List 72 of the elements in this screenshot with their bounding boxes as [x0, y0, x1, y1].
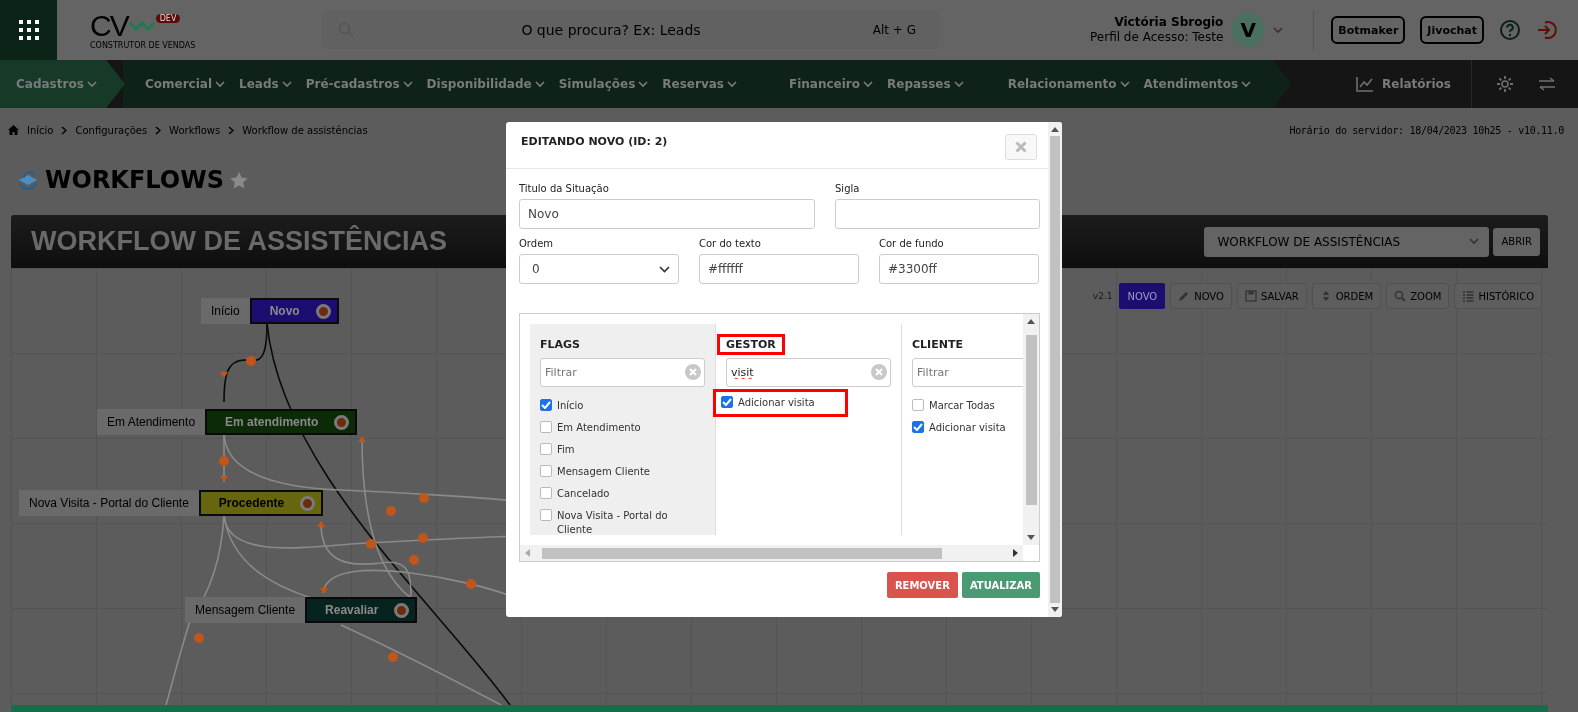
- toolbar-button[interactable]: ORDEM: [1311, 283, 1382, 309]
- status-badge: NOVO: [1119, 283, 1166, 309]
- node-label: Início: [201, 298, 250, 324]
- header-button[interactable]: Botmaker: [1331, 16, 1406, 44]
- reports-link[interactable]: Relatórios: [1356, 60, 1472, 108]
- nav-menu-item[interactable]: Simulações: [558, 77, 649, 91]
- workflow-node[interactable]: Em atendimento: [205, 409, 358, 435]
- workflow-title: WORKFLOW DE ASSISTÊNCIAS: [31, 226, 447, 257]
- field-label: Cor de fundo: [879, 238, 945, 249]
- nav-menu-item[interactable]: Atendimentos: [1143, 77, 1252, 91]
- update-button[interactable]: ATUALIZAR: [961, 572, 1040, 598]
- toolbar-button[interactable]: ZOOM: [1386, 283, 1450, 309]
- checkbox-label: Adicionar visita: [738, 396, 815, 410]
- column-title: GESTOR: [717, 334, 785, 355]
- nav-menu-item[interactable]: Pré-cadastros: [305, 77, 413, 91]
- checkbox-label: Nova Visita - Portal do Cliente: [557, 509, 669, 535]
- input-field[interactable]: #ffffff: [699, 254, 859, 284]
- shortcut-hint: Alt + G: [872, 23, 916, 37]
- dialog-title: EDITANDO NOVO (ID: 2): [521, 135, 668, 148]
- nav-menu-item[interactable]: Disponibilidade: [426, 77, 545, 91]
- checkbox-label: Marcar Todas: [929, 399, 995, 413]
- breadcrumb-current: Workflow de assistências: [242, 124, 368, 136]
- user-name: Victória Sbrogio: [1114, 15, 1224, 30]
- column-title: FLAGS: [539, 337, 581, 353]
- nav-menu-item[interactable]: Reservas: [662, 77, 737, 91]
- node-label: Em Atendimento: [97, 409, 206, 435]
- workflow-node[interactable]: Procedente: [198, 490, 324, 516]
- filter-field[interactable]: Filtrar: [912, 358, 1023, 387]
- avatar[interactable]: V: [1231, 13, 1266, 47]
- workflow-select[interactable]: WORKFLOW DE ASSISTÊNCIAS: [1204, 226, 1490, 257]
- page-title: WORKFLOWS: [45, 166, 224, 194]
- workflow-node[interactable]: Novo: [249, 298, 339, 324]
- workflow-node[interactable]: Reavaliar: [305, 597, 418, 623]
- header-button[interactable]: Jivochat: [1420, 16, 1484, 44]
- nav-menu-item[interactable]: Repasses: [887, 77, 964, 91]
- logo-text: CV: [90, 10, 128, 41]
- column-title: CLIENTE: [911, 337, 964, 353]
- checkbox-label: Adicionar visita: [929, 421, 1006, 435]
- nav-menu-item[interactable]: Relacionamento: [1007, 77, 1130, 91]
- field-label: Titulo da Situação: [519, 183, 610, 194]
- filter-field[interactable]: visit: [726, 358, 891, 387]
- input-field[interactable]: #3300ff: [879, 254, 1039, 284]
- user-profile: Perfil de Acesso: Teste: [1090, 30, 1224, 45]
- checkbox-label: Em Atendimento: [557, 421, 641, 435]
- remove-button[interactable]: REMOVER: [886, 572, 958, 598]
- breadcrumb-link[interactable]: Configurações: [75, 124, 148, 136]
- checkbox-label: Mensagem Cliente: [557, 465, 650, 479]
- logo-badge: DEV: [155, 14, 181, 23]
- nav-menu-item[interactable]: Financeiro: [788, 77, 873, 91]
- breadcrumb-link[interactable]: Início: [27, 124, 54, 136]
- version-label: v2.1: [1092, 291, 1113, 301]
- checkbox-label: Início: [557, 399, 584, 413]
- node-label: Nova Visita - Portal do Cliente: [19, 490, 199, 516]
- field-label: Sigla: [835, 183, 861, 194]
- nav-menu-item[interactable]: Leads: [239, 77, 292, 91]
- toolbar-button[interactable]: NOVO: [1170, 283, 1232, 309]
- checkbox-label: Fim: [557, 443, 575, 457]
- field-label: Ordem: [519, 238, 555, 249]
- filter-field[interactable]: Filtrar: [540, 358, 705, 387]
- nav-menu-item[interactable]: Comercial: [145, 77, 226, 91]
- toolbar-button[interactable]: HISTÓRICO: [1454, 283, 1542, 309]
- toolbar-button[interactable]: SALVAR: [1236, 283, 1307, 309]
- open-button[interactable]: ABRIR: [1493, 227, 1540, 256]
- field-label: Cor do texto: [699, 238, 762, 249]
- checkbox-label: Cancelado: [557, 487, 610, 501]
- select-field[interactable]: 0: [519, 254, 679, 284]
- nav-menu-item[interactable]: Cadastros: [16, 77, 97, 91]
- server-time: Horário do servidor: 18/04/2023 10h25 - v10.11.0: [1289, 124, 1564, 136]
- breadcrumb-link[interactable]: Workflows: [169, 124, 221, 136]
- node-label: Mensagem Cliente: [185, 597, 306, 623]
- input-field[interactable]: Novo: [519, 199, 815, 229]
- logo-tagline: CONSTRUTOR DE VENDAS: [90, 40, 196, 50]
